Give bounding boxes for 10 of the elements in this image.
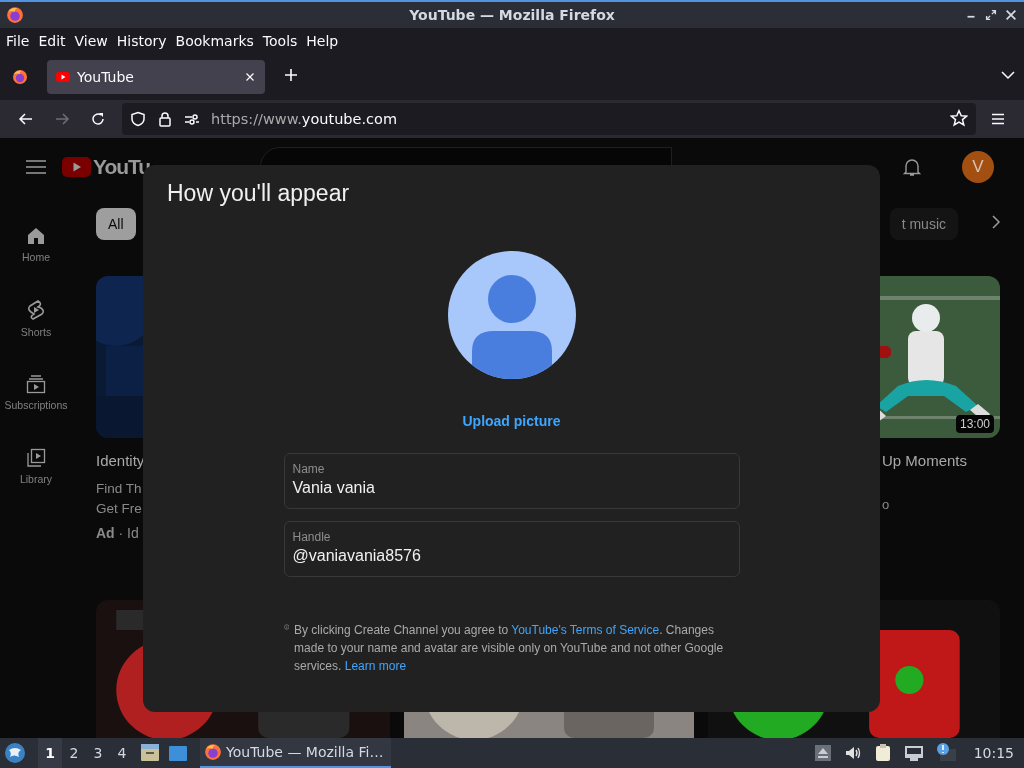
dialog-title: How you'll appear (167, 180, 350, 207)
clock: 10:15 (973, 745, 1014, 761)
notice-text: By clicking Create Channel you agree to YouTube's Terms of Service. Changes made to your name and avatar are visible only on YouTube and not other Google services. Learn more (294, 622, 725, 675)
video-description: Find Th (96, 481, 142, 496)
video-duration: 13:00 (955, 415, 994, 433)
url-text: https://www.youtube.com (211, 111, 398, 127)
window-title: YouTube — Mozilla Firefox (409, 7, 615, 23)
video-meta: Ad · Id (96, 525, 139, 541)
video-meta: o (882, 497, 890, 512)
video-description: Get Fre (96, 501, 142, 516)
